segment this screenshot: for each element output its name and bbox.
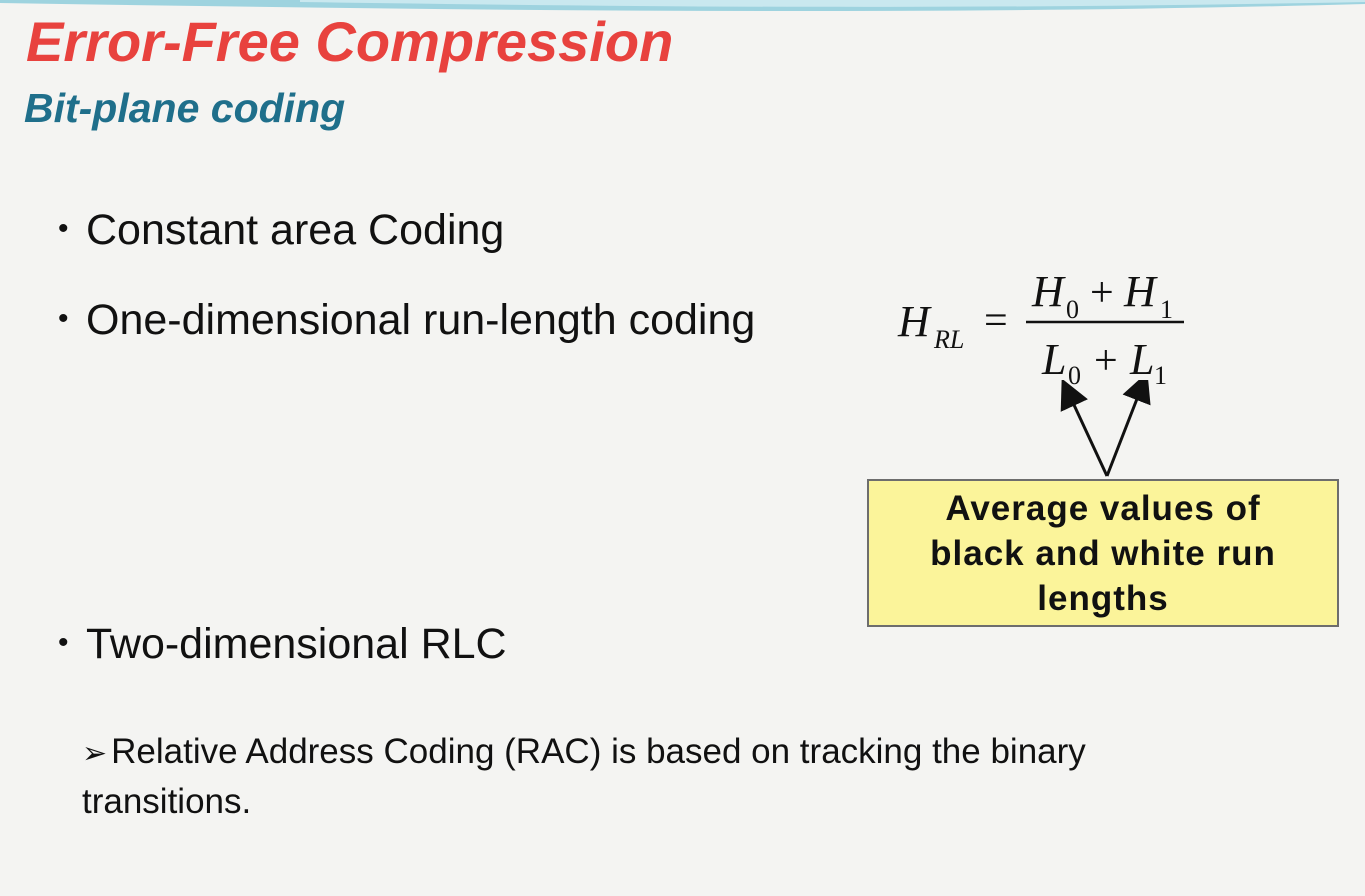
arrow-to-l1 <box>1105 380 1151 477</box>
bullet-constant-area-coding: • Constant area Coding <box>58 203 504 256</box>
formula-lhs-subscript: RL <box>933 325 964 354</box>
formula-numerator-h0-subscript: 0 <box>1066 295 1079 324</box>
callout-text: Average values of black and white run le… <box>930 488 1276 618</box>
formula-numerator-h0: H <box>1031 267 1066 316</box>
slide-subtitle: Bit-plane coding <box>24 85 346 131</box>
bullet-text: Two-dimensional RLC <box>86 620 507 668</box>
formula-equals: = <box>984 298 1008 344</box>
arrow-bullet-icon: ➢ <box>82 737 108 770</box>
formula-numerator-h1-subscript: 1 <box>1160 295 1173 324</box>
slide: Error-Free Compression Bit-plane coding … <box>0 0 1365 896</box>
arrow-to-l0 <box>1060 380 1109 477</box>
slide-title: Error-Free Compression <box>26 10 674 73</box>
formula-denominator-plus: + <box>1094 338 1118 384</box>
callout-arrows <box>1060 380 1151 477</box>
bullet-one-dimensional-rlc: • One-dimensional run-length coding <box>58 293 755 346</box>
bullet-dot: • <box>58 302 69 335</box>
sub-bullet-rac: ➢ Relative Address Coding (RAC) is based … <box>82 728 1182 826</box>
bullet-dot: • <box>58 626 69 659</box>
bullet-dot: • <box>58 212 69 245</box>
formula-lhs: H <box>897 297 932 346</box>
bullet-text: One-dimensional run-length coding <box>86 296 756 344</box>
run-length-entropy-formula: H RL = H 0 + H 1 L 0 + L 1 <box>880 262 1210 392</box>
sub-bullet-text: Relative Address Coding (RAC) is based o… <box>82 732 1086 821</box>
formula-denominator-l0: L <box>1041 335 1066 384</box>
formula-numerator-h1: H <box>1123 267 1158 316</box>
formula-denominator-l1: L <box>1129 335 1154 384</box>
formula-numerator-plus: + <box>1090 270 1114 316</box>
bullet-text: Constant area Coding <box>86 206 505 254</box>
average-run-length-callout: Average values of black and white run le… <box>867 479 1339 627</box>
formula-graphic: H RL = H 0 + H 1 L 0 + L 1 <box>897 267 1184 390</box>
bullet-two-dimensional-rlc: • Two-dimensional RLC <box>58 617 507 670</box>
